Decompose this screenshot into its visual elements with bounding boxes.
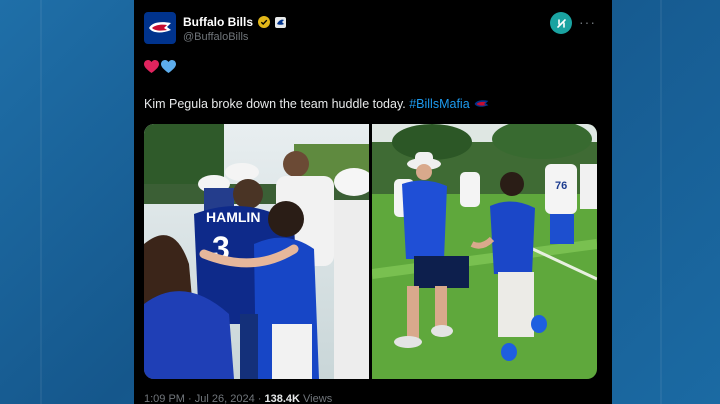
svg-text:76: 76 (555, 180, 567, 192)
hashtag-link[interactable]: #BillsMafia (409, 97, 469, 111)
meta-separator: · (188, 393, 192, 404)
tweet-card: Buffalo Bills @BuffaloBills ··· Kim Pegu… (134, 0, 612, 404)
affiliate-badge-icon[interactable] (275, 16, 287, 28)
tweet-text: Kim Pegula broke down the team huddle to… (144, 97, 490, 111)
verified-badge-icon[interactable] (258, 16, 271, 28)
grok-icon[interactable] (550, 12, 572, 34)
bills-logo-icon (149, 22, 171, 33)
blue-heart-icon (161, 60, 176, 73)
views-count: 138.4K (264, 393, 300, 404)
red-heart-icon (144, 60, 159, 73)
emoji-hearts (144, 60, 176, 74)
tweet-header: Buffalo Bills @BuffaloBills ··· (144, 12, 602, 48)
account-handle[interactable]: @BuffaloBills (183, 31, 248, 43)
avatar[interactable] (144, 12, 176, 44)
photo-walking[interactable]: 76 (372, 124, 597, 379)
account-name-row: Buffalo Bills (183, 15, 287, 29)
account-name[interactable]: Buffalo Bills (183, 15, 253, 29)
meta-separator: · (257, 393, 262, 404)
photo-huddle[interactable]: HAMLIN 3 (144, 124, 369, 379)
tweet-date[interactable]: Jul 26, 2024 (195, 393, 255, 404)
tweet-meta: 1:09 PM · Jul 26, 2024 · 138.4K Views (144, 393, 332, 404)
jersey-name: HAMLIN (206, 209, 260, 225)
tweet-time[interactable]: 1:09 PM (144, 393, 185, 404)
tweet-body: Kim Pegula broke down the team huddle to… (144, 97, 410, 111)
media-grid: HAMLIN 3 76 (144, 124, 597, 379)
views-label: Views (303, 393, 333, 404)
more-icon[interactable]: ··· (579, 14, 596, 30)
bills-logo-icon (474, 100, 489, 107)
